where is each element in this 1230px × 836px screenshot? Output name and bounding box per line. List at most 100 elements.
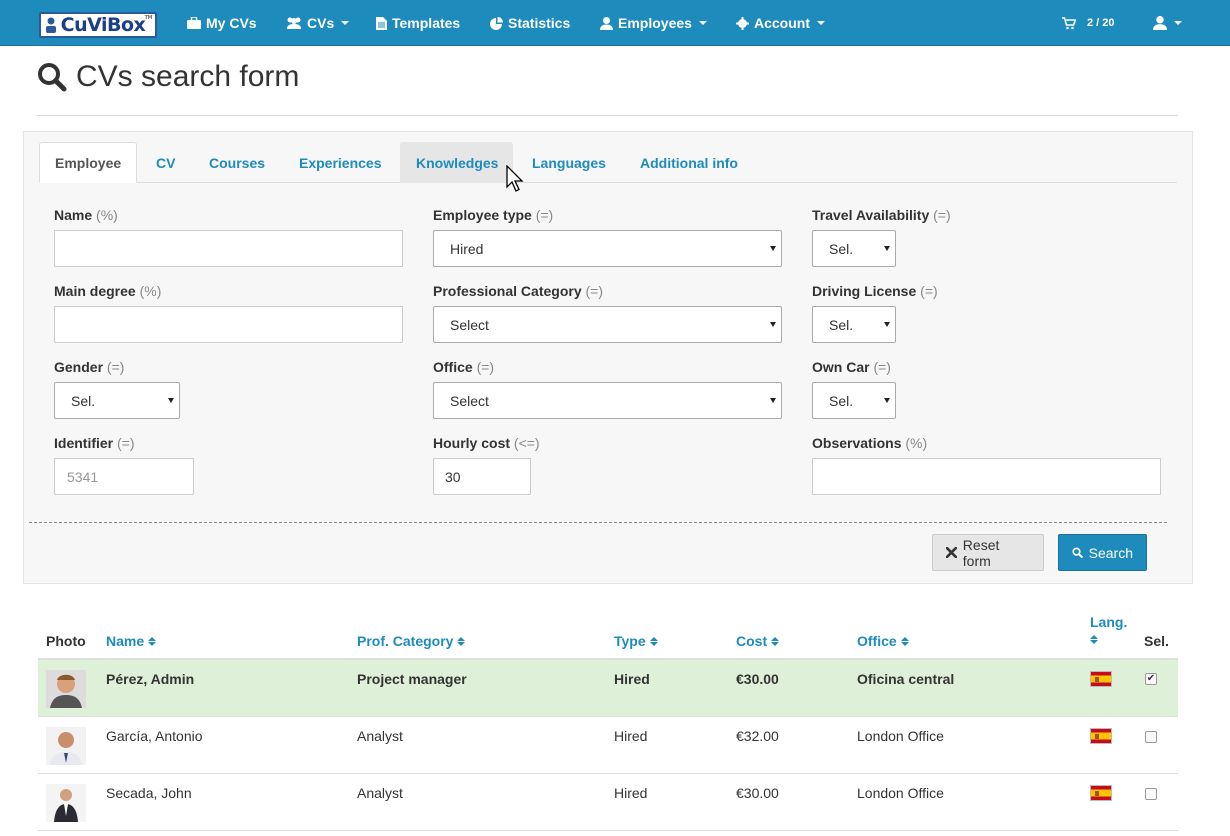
nav-account-dropdown[interactable]: Account	[736, 13, 825, 33]
cell-category: Analyst	[357, 785, 403, 801]
reset-form-label: Reset form	[962, 536, 1000, 569]
nav-templates[interactable]: Templates	[376, 13, 460, 33]
nav-statistics[interactable]: Statistics	[490, 13, 570, 33]
logo-figure-icon	[46, 17, 56, 33]
own-car-label: Own Car (=)	[812, 359, 891, 375]
close-icon	[946, 547, 957, 558]
user-icon	[1153, 16, 1167, 30]
select-checkbox[interactable]: ✔	[1145, 673, 1157, 685]
cell-office: Oficina central	[857, 671, 955, 687]
col-type-sort[interactable]: Type	[614, 633, 658, 649]
tab-knowledges[interactable]: Knowledges	[400, 142, 513, 183]
avatar	[46, 670, 86, 708]
travel-availability-select[interactable]: Sel.	[812, 230, 896, 267]
nav-my-cvs[interactable]: My CVs	[187, 13, 257, 33]
avatar	[46, 727, 86, 765]
nav-account-label: Account	[754, 15, 810, 31]
mouse-pointer-icon	[506, 165, 524, 192]
col-lang-sort[interactable]: Lang.	[1090, 614, 1127, 644]
tab-languages[interactable]: Languages	[516, 142, 622, 183]
office-select-value: Select	[450, 392, 489, 409]
col-type-label: Type	[614, 633, 646, 649]
cell-cost: €32.00	[736, 728, 779, 744]
nav-cvs-dropdown[interactable]: CVs	[286, 13, 350, 33]
main-degree-input[interactable]	[54, 306, 403, 343]
reset-form-button[interactable]: Reset form	[932, 534, 1044, 571]
professional-category-label: Professional Category (=)	[433, 283, 603, 299]
col-name-label: Name	[106, 633, 145, 649]
dropdown-arrow-icon	[770, 246, 776, 251]
gender-select[interactable]: Sel.	[54, 382, 180, 419]
cell-category: Analyst	[357, 728, 403, 744]
cell-cost: €30.00	[736, 785, 779, 801]
col-name-sort[interactable]: Name	[106, 633, 157, 649]
nav-employees-label: Employees	[618, 15, 692, 31]
name-input[interactable]	[54, 230, 403, 267]
col-category-sort[interactable]: Prof. Category	[357, 633, 466, 649]
sort-icon	[457, 636, 466, 646]
spain-flag-icon	[1090, 671, 1112, 687]
page-title-text: CVs search form	[76, 60, 300, 93]
observations-input[interactable]	[812, 458, 1161, 495]
employee-photo[interactable]	[46, 727, 86, 765]
pie-chart-icon	[490, 16, 503, 30]
hourly-cost-input[interactable]: 30	[433, 458, 531, 495]
driving-license-select[interactable]: Sel.	[812, 306, 896, 343]
identifier-input[interactable]: 5341	[54, 458, 194, 495]
spain-flag-icon	[1090, 785, 1112, 801]
cell-office: London Office	[857, 785, 944, 801]
tab-experiences[interactable]: Experiences	[283, 142, 398, 183]
nav-statistics-label: Statistics	[508, 15, 571, 31]
cuvibox-logo[interactable]: CuViBox TM	[39, 12, 157, 38]
tab-cv[interactable]: CV	[140, 142, 191, 183]
office-label: Office (=)	[433, 359, 495, 375]
observations-label: Observations (%)	[812, 435, 928, 451]
cell-name[interactable]: Pérez, Admin	[106, 671, 194, 687]
cell-category: Project manager	[357, 671, 467, 687]
table-row[interactable]: García, Antonio Analyst Hired €32.00 Lon…	[38, 717, 1178, 774]
cell-name[interactable]: Secada, John	[106, 785, 192, 801]
sort-icon	[1090, 635, 1098, 644]
dropdown-arrow-icon	[884, 246, 890, 251]
col-sel: Sel.	[1144, 633, 1169, 649]
nav-user-menu[interactable]	[1153, 13, 1182, 33]
col-cost-sort[interactable]: Cost	[736, 633, 780, 649]
cell-type: Hired	[614, 728, 648, 744]
tab-additional-info[interactable]: Additional info	[624, 142, 754, 183]
search-button-label: Search	[1088, 544, 1133, 561]
col-category-label: Prof. Category	[357, 633, 454, 649]
cart-count: 2 / 20	[1087, 17, 1115, 29]
main-degree-label: Main degree (%)	[54, 283, 162, 299]
own-car-select[interactable]: Sel.	[812, 382, 896, 419]
professional-category-select[interactable]: Select	[433, 306, 782, 343]
sort-icon	[771, 636, 780, 646]
select-checkbox[interactable]	[1145, 731, 1157, 743]
briefcase-icon	[187, 17, 201, 29]
nav-employees-dropdown[interactable]: Employees	[600, 13, 707, 33]
employee-type-select[interactable]: Hired	[433, 230, 782, 267]
col-photo: Photo	[46, 633, 86, 649]
table-row[interactable]: Pérez, Admin Project manager Hired €30.0…	[38, 660, 1178, 717]
search-icon	[1072, 547, 1083, 558]
avatar	[46, 784, 86, 822]
cell-name[interactable]: García, Antonio	[106, 728, 203, 744]
nav-cart[interactable]: 2 / 20	[1062, 13, 1115, 33]
search-icon	[38, 63, 67, 92]
tab-employee[interactable]: Employee	[39, 142, 137, 183]
hourly-cost-label: Hourly cost (<=)	[433, 435, 540, 451]
office-select[interactable]: Select	[433, 382, 782, 419]
select-checkbox[interactable]	[1145, 788, 1157, 800]
search-button[interactable]: Search	[1058, 534, 1147, 571]
file-icon	[376, 16, 387, 30]
spain-flag-icon	[1090, 728, 1112, 744]
dropdown-arrow-icon	[168, 398, 174, 403]
col-office-label: Office	[857, 633, 897, 649]
col-office-sort[interactable]: Office	[857, 633, 909, 649]
employee-photo[interactable]	[46, 670, 86, 708]
employee-photo[interactable]	[46, 784, 86, 822]
nav-cvs-label: CVs	[307, 15, 335, 31]
table-row[interactable]: Secada, John Analyst Hired €30.00 London…	[38, 774, 1178, 831]
cell-cost: €30.00	[736, 671, 779, 687]
tab-courses[interactable]: Courses	[193, 142, 281, 183]
dropdown-arrow-icon	[770, 398, 776, 403]
